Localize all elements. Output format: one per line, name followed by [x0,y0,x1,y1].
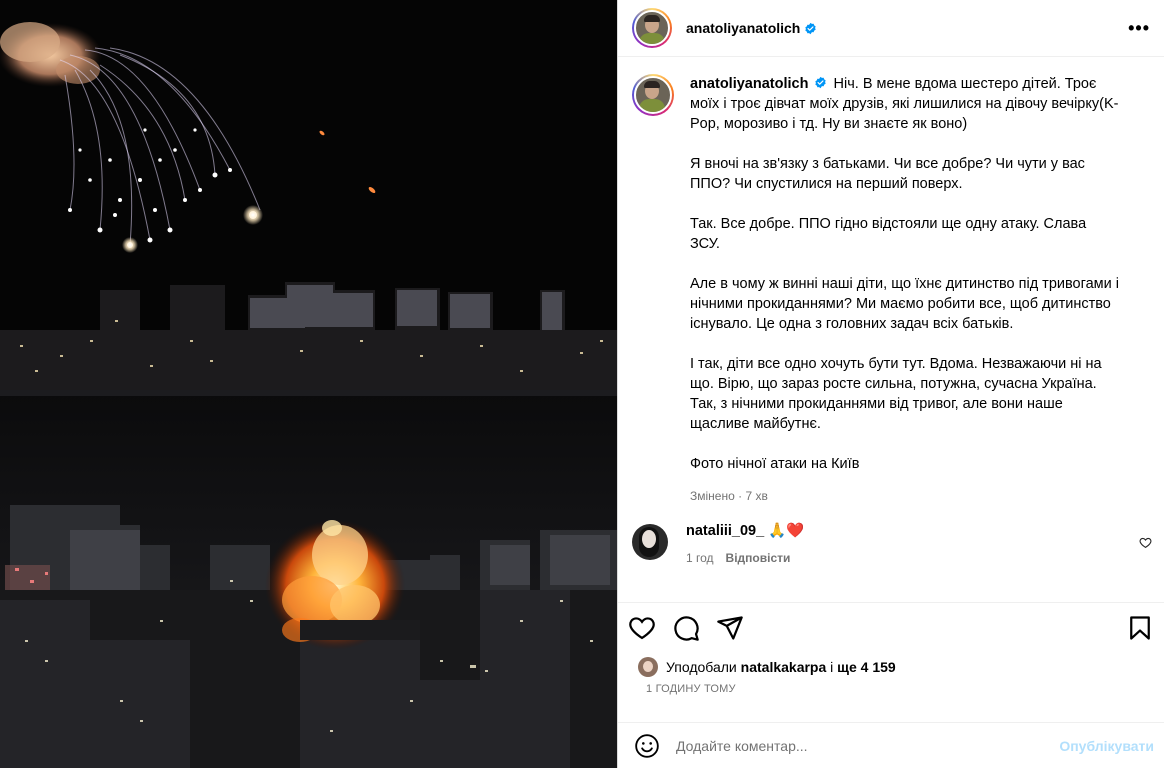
caption-paragraph: І так, діти все одно хочуть бути тут. Вд… [690,356,1102,432]
caption-author-avatar[interactable] [632,74,674,116]
comment-input[interactable] [676,737,1060,754]
likes-prefix: Уподобали [666,659,737,675]
caption-paragraph: Фото нічної атаки на Київ [690,456,860,472]
post-image[interactable] [0,0,617,768]
add-comment-bar: Опублікувати [618,722,1164,768]
night-attack-photo [0,0,617,768]
more-options-button[interactable]: ••• [1128,18,1150,39]
post-comment-button[interactable]: Опублікувати [1059,738,1154,754]
liker-avatar[interactable] [638,657,658,677]
verified-badge-icon [815,76,827,89]
comment-bubble-icon[interactable] [672,614,700,642]
caption-paragraph: Я вночі на зв'язку з батьками. Чи все до… [690,156,1085,192]
post-comments-area[interactable]: anatoliyanatolich Ніч. В мене вдома шест… [618,58,1164,602]
edited-label: Змінено [690,489,735,503]
reply-button[interactable]: Відповісти [726,551,791,565]
caption-text: anatoliyanatolich Ніч. В мене вдома шест… [690,74,1120,506]
comment-like-heart-icon[interactable] [1139,536,1152,549]
like-heart-icon[interactable] [628,614,656,642]
likes-summary: Уподобали natalkakarpa і ще 4 159 [628,657,1154,677]
caption-author-username[interactable]: anatoliyanatolich [690,76,808,92]
comment-item: nataliii_09_ 🙏❤️ 1 год Відповісти [618,506,1164,565]
liker-username[interactable]: natalkakarpa [741,659,827,675]
emoji-smiley-icon[interactable] [634,733,660,759]
likes-middle: і [830,659,834,675]
author-username[interactable]: anatoliyanatolich [686,20,817,36]
commenter-username[interactable]: nataliii_09_ [686,523,764,539]
caption-paragraph: Так. Все добре. ППО гідно відстояли ще о… [690,216,1087,252]
caption-time: 7 хв [745,489,768,503]
share-send-icon[interactable] [716,614,744,642]
bookmark-save-icon[interactable] [1126,614,1154,642]
action-bar: Уподобали natalkakarpa і ще 4 159 1 ГОДИ… [618,602,1164,695]
meta-separator: · [738,489,743,503]
comment-text: 🙏❤️ [768,523,805,539]
verified-badge-icon [805,22,817,34]
post-panel: anatoliyanatolich ••• anatoliyanatolich [617,0,1164,768]
comment-time: 1 год [686,551,714,565]
caption-paragraph: Але в чому ж винні наші діти, що їхнє ди… [690,276,1119,332]
post-header: anatoliyanatolich ••• [618,0,1164,57]
author-avatar[interactable] [632,8,672,48]
commenter-avatar[interactable] [632,524,668,560]
caption: anatoliyanatolich Ніч. В мене вдома шест… [618,58,1164,506]
author-username-text[interactable]: anatoliyanatolich [686,20,800,36]
caption-meta: Змінено · 7 хв [690,486,1120,506]
likes-count-link[interactable]: ще 4 159 [837,659,896,675]
post-time: 1 ГОДИНУ ТОМУ [646,683,736,695]
